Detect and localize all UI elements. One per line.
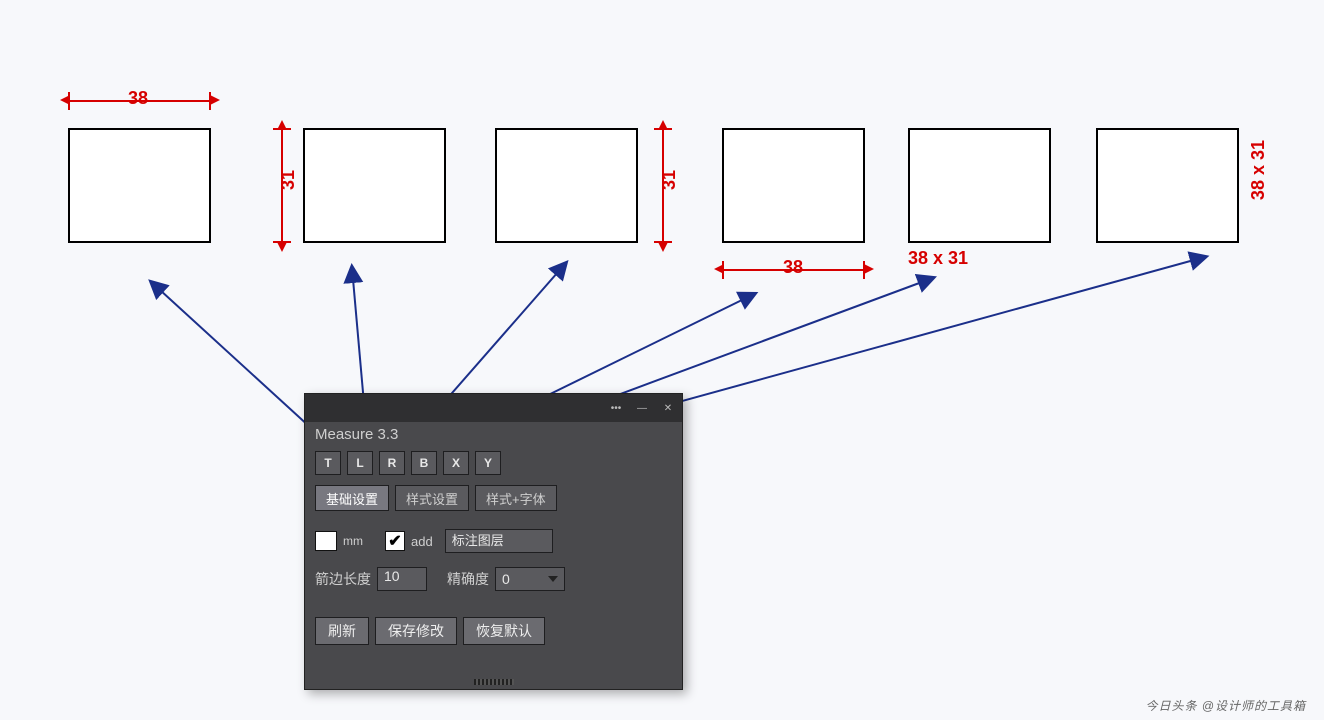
- measure-panel: ••• — ✕ Measure 3.3 T L R B X Y 基础设置 样式设…: [304, 393, 683, 690]
- add-checkbox-label: add: [411, 534, 433, 549]
- precision-select[interactable]: 0: [495, 567, 565, 591]
- sample-rect-1: [68, 128, 211, 243]
- dim-arrow-down-2: [277, 242, 287, 252]
- dim-label-bottom-4: 38: [783, 257, 803, 278]
- dim-tick-1a: [68, 92, 70, 110]
- dim-arrow-down-3: [658, 242, 668, 252]
- tab-row: 基础设置 样式设置 样式+字体: [305, 483, 682, 513]
- tab-style-font[interactable]: 样式+字体: [475, 485, 557, 511]
- dim-arrow-right-4: [864, 264, 874, 274]
- direction-button-row: T L R B X Y: [305, 449, 682, 477]
- dim-label-left-2: 31: [278, 170, 299, 190]
- panel-title: Measure 3.3: [305, 422, 682, 449]
- dim-tick-4a: [722, 261, 724, 279]
- dim-tick-1b: [209, 92, 211, 110]
- dim-label-top-1: 38: [128, 88, 148, 109]
- dim-tick-4b: [863, 261, 865, 279]
- layer-name-field[interactable]: 标注图层: [445, 529, 553, 553]
- arrow-length-field[interactable]: 10: [377, 567, 427, 591]
- dim-label-right-3: 31: [659, 170, 680, 190]
- unit-label: mm: [343, 534, 363, 548]
- add-checkbox[interactable]: ✔: [385, 531, 405, 551]
- precision-label: 精确度: [447, 569, 489, 589]
- unit-row: mm ✔ add 标注图层: [305, 527, 682, 555]
- canvas: 38 31 31 38 38 x 31 38 x 31: [0, 0, 1324, 720]
- length-row: 箭边长度 10 精确度 0: [305, 565, 682, 593]
- panel-titlebar: ••• — ✕: [305, 394, 682, 422]
- dim-tick-3a: [654, 128, 672, 130]
- dir-button-bottom[interactable]: B: [411, 451, 437, 475]
- action-row: 刷新 保存修改 恢复默认: [305, 615, 682, 647]
- dim-label-below-5: 38 x 31: [908, 248, 968, 269]
- arrow-length-label: 箭边长度: [315, 569, 371, 589]
- dir-button-top[interactable]: T: [315, 451, 341, 475]
- sample-rect-5: [908, 128, 1051, 243]
- dim-label-right-6: 38 x 31: [1248, 140, 1269, 200]
- sample-rect-3: [495, 128, 638, 243]
- panel-close-icon[interactable]: ✕: [660, 402, 676, 414]
- color-swatch[interactable]: [315, 531, 337, 551]
- dim-tick-2b: [273, 241, 291, 243]
- dir-button-right[interactable]: R: [379, 451, 405, 475]
- dir-button-left[interactable]: L: [347, 451, 373, 475]
- dir-button-x[interactable]: X: [443, 451, 469, 475]
- save-button[interactable]: 保存修改: [375, 617, 457, 645]
- dim-tick-2a: [273, 128, 291, 130]
- dir-button-y[interactable]: Y: [475, 451, 501, 475]
- sample-rect-4: [722, 128, 865, 243]
- reset-button[interactable]: 恢复默认: [463, 617, 545, 645]
- dim-arrow-right-1: [210, 95, 220, 105]
- panel-menu-icon[interactable]: •••: [608, 402, 624, 414]
- precision-select-value: 0: [502, 571, 510, 587]
- refresh-button[interactable]: 刷新: [315, 617, 369, 645]
- sample-rect-6: [1096, 128, 1239, 243]
- panel-resize-handle[interactable]: [474, 679, 514, 685]
- tab-basic[interactable]: 基础设置: [315, 485, 389, 511]
- dim-tick-3b: [654, 241, 672, 243]
- footer-credit: 今日头条 @设计师的工具箱: [1145, 697, 1306, 714]
- tab-style[interactable]: 样式设置: [395, 485, 469, 511]
- chevron-down-icon: [548, 576, 558, 582]
- sample-rect-2: [303, 128, 446, 243]
- panel-minimize-icon[interactable]: —: [634, 402, 650, 414]
